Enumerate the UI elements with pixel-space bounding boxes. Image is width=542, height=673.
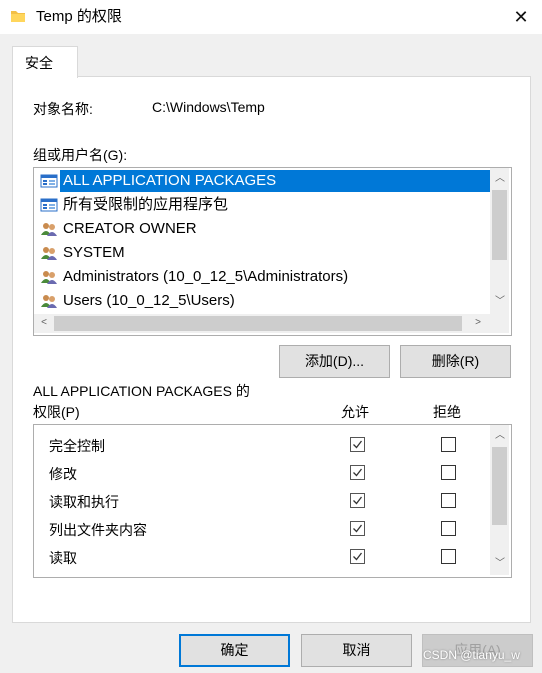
chevron-up-icon[interactable]: ︿	[492, 428, 508, 444]
close-button[interactable]: ✕	[505, 4, 537, 30]
ok-button[interactable]: 确定	[179, 634, 290, 667]
list-item[interactable]: 所有受限制的应用程序包	[38, 194, 490, 216]
list-item-label: Administrators (10_0_12_5\Administrators…	[63, 268, 349, 285]
add-button[interactable]: 添加(D)...	[279, 345, 390, 378]
group-list-label: 组或用户名(G):	[33, 147, 128, 163]
deny-column-header: 拒绝	[433, 404, 461, 420]
list-item-label: CREATOR OWNER	[63, 220, 197, 237]
remove-button[interactable]: 删除(R)	[400, 345, 511, 378]
list-item[interactable]: Users (10_0_12_5\Users)	[38, 290, 490, 312]
allow-checkbox[interactable]	[350, 521, 365, 536]
chevron-down-icon[interactable]: ﹀	[492, 556, 508, 572]
chevron-right-icon[interactable]: >	[470, 315, 486, 331]
permission-row: 列出文件夹内容	[34, 514, 489, 542]
permission-name: 读取	[49, 550, 77, 566]
folder-icon	[11, 11, 25, 22]
group-list-vertical-scroll-thumb[interactable]	[492, 190, 507, 260]
list-item[interactable]: ALL APPLICATION PACKAGES	[38, 170, 490, 192]
chevron-left-icon[interactable]: <	[36, 315, 52, 331]
permission-name: 完全控制	[49, 438, 105, 454]
allow-column-header: 允许	[341, 404, 369, 420]
list-item-label: ALL APPLICATION PACKAGES	[60, 170, 490, 192]
permission-row: 读取和执行	[34, 486, 489, 514]
list-item-label: Users (10_0_12_5\Users)	[63, 292, 235, 309]
tab-security-label: 安全	[25, 55, 53, 71]
permissions-list[interactable]: 完全控制 修改 读取和执行 列出文件夹内容 读取	[33, 424, 512, 578]
permission-row: 读取	[34, 542, 489, 570]
app-packages-icon	[40, 174, 58, 188]
chevron-down-icon[interactable]: ﹀	[492, 294, 508, 310]
list-item[interactable]: CREATOR OWNER	[38, 218, 490, 240]
list-item[interactable]: SYSTEM	[38, 242, 490, 264]
deny-checkbox[interactable]	[441, 549, 456, 564]
window-title: Temp 的权限	[36, 8, 122, 25]
permissions-for-label: ALL APPLICATION PACKAGES 的	[33, 383, 250, 399]
list-item[interactable]: Administrators (10_0_12_5\Administrators…	[38, 266, 490, 288]
permission-row: 修改	[34, 458, 489, 486]
object-name-label: 对象名称:	[33, 101, 93, 117]
watermark: CSDN @tianyu_w	[423, 648, 520, 662]
list-item-label: 所有受限制的应用程序包	[63, 196, 229, 213]
permission-row: 完全控制	[34, 430, 489, 458]
users-icon	[41, 271, 57, 284]
object-name-value: C:\Windows\Temp	[152, 99, 265, 115]
permission-name: 修改	[49, 466, 77, 482]
app-packages-icon	[40, 198, 58, 212]
permission-name: 读取和执行	[49, 494, 119, 510]
allow-checkbox[interactable]	[350, 437, 365, 452]
permissions-label: 权限(P)	[33, 404, 80, 420]
deny-checkbox[interactable]	[441, 437, 456, 452]
permissions-vertical-scroll-thumb[interactable]	[492, 447, 507, 525]
permission-name: 列出文件夹内容	[49, 522, 147, 538]
users-icon	[41, 223, 57, 236]
group-list-horizontal-scroll-thumb[interactable]	[54, 316, 462, 331]
allow-checkbox[interactable]	[350, 493, 365, 508]
deny-checkbox[interactable]	[441, 493, 456, 508]
group-user-list[interactable]: ALL APPLICATION PACKAGES 所有受限制的应用程序包 CRE…	[33, 167, 512, 336]
allow-checkbox[interactable]	[350, 465, 365, 480]
allow-checkbox[interactable]	[350, 549, 365, 564]
users-icon	[41, 295, 57, 308]
tab-security[interactable]: 安全	[12, 46, 78, 78]
deny-checkbox[interactable]	[441, 521, 456, 536]
list-item-label: SYSTEM	[63, 244, 125, 261]
deny-checkbox[interactable]	[441, 465, 456, 480]
chevron-up-icon[interactable]: ︿	[492, 171, 508, 187]
users-icon	[41, 247, 57, 260]
cancel-button[interactable]: 取消	[301, 634, 412, 667]
